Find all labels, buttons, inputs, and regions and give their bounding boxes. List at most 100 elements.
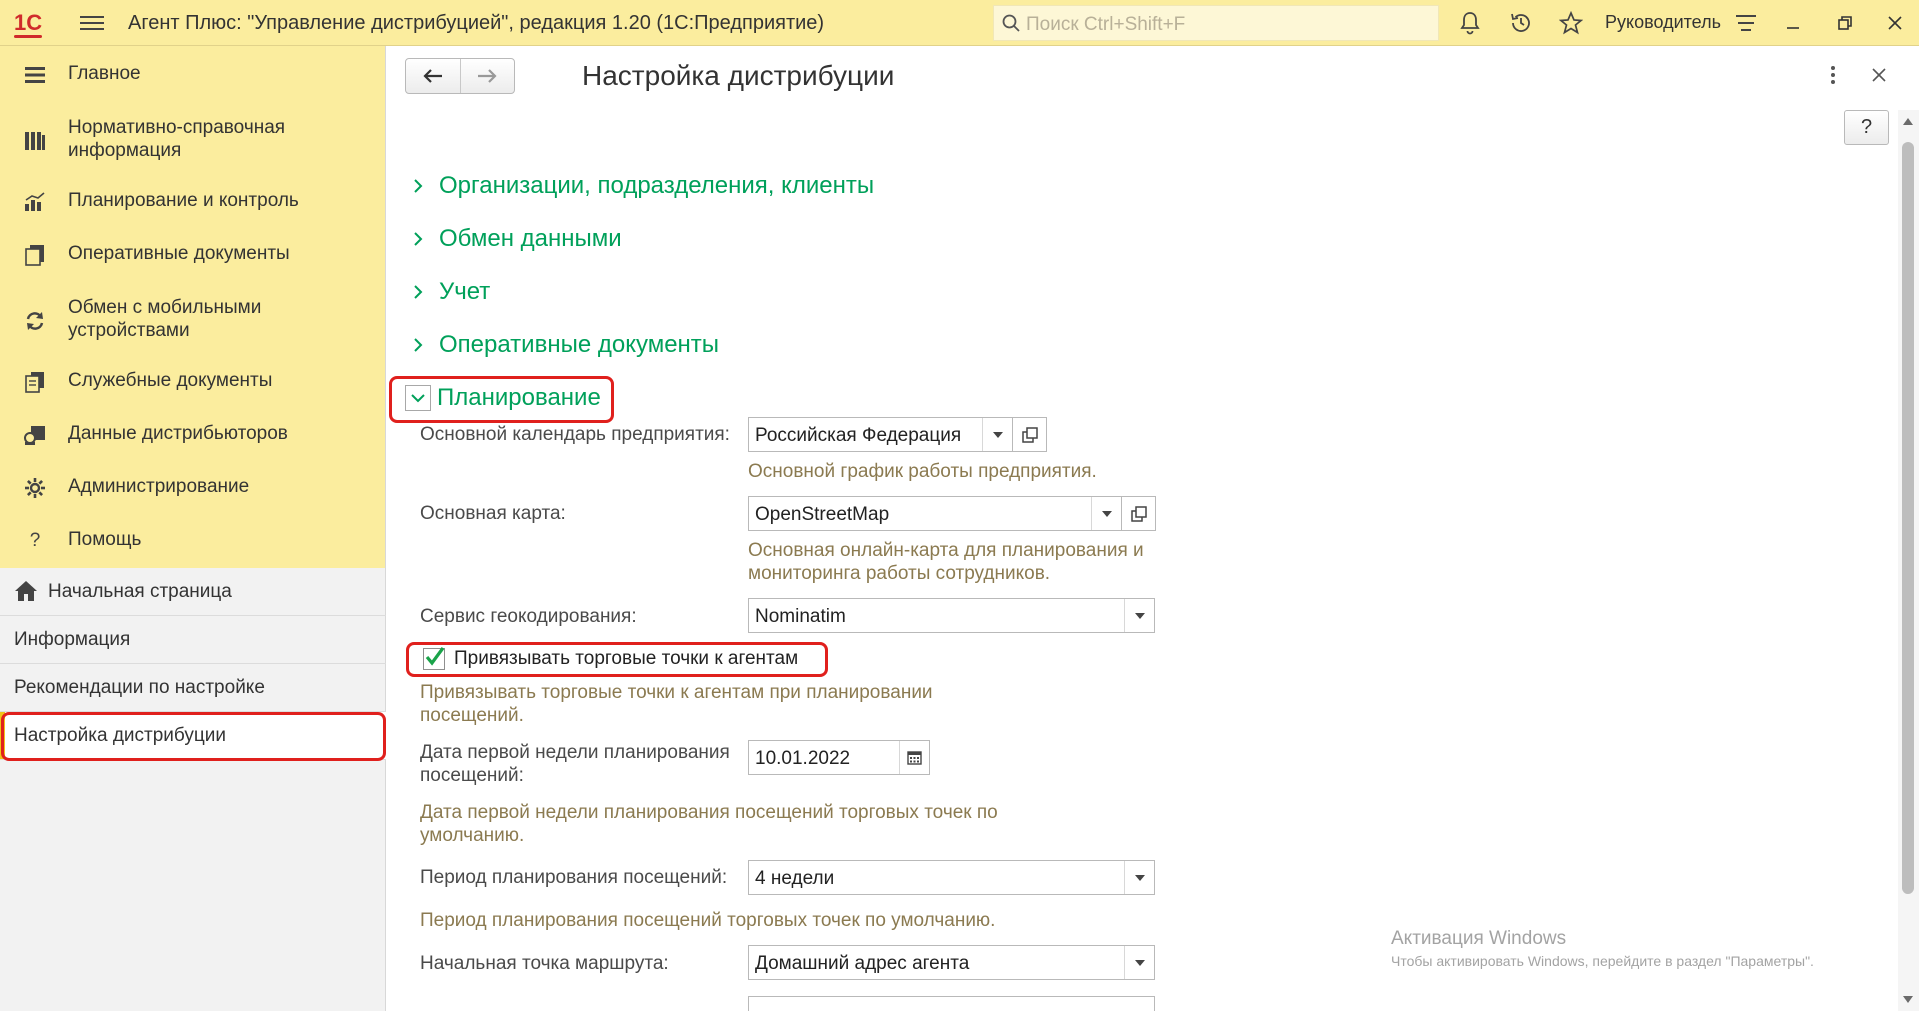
app-title: Агент Плюс: "Управление дистрибуцией", р… <box>128 12 825 34</box>
chevron-down-icon[interactable] <box>405 385 431 411</box>
nav-distribution-settings[interactable]: Настройка дистрибуции <box>0 712 386 760</box>
group-accounting[interactable]: Учет <box>409 275 490 309</box>
minimize-icon[interactable] <box>1778 10 1808 36</box>
sidebar-item-label: Планирование и контроль <box>68 190 299 211</box>
settings-menu-icon[interactable] <box>1733 10 1759 36</box>
calendar-label: Основной календарь предприятия: <box>420 424 730 445</box>
group-data-exchange[interactable]: Обмен данными <box>409 222 622 256</box>
logo-underline <box>14 35 43 38</box>
help-icon: ? <box>29 530 41 551</box>
checkmark-icon <box>425 647 445 666</box>
scroll-thumb[interactable] <box>1902 142 1914 894</box>
map-open-button[interactable] <box>1122 496 1156 531</box>
search-box[interactable]: Поиск Ctrl+Shift+F <box>993 5 1439 41</box>
geocoding-value: Nominatim <box>755 606 846 627</box>
more-actions-icon[interactable] <box>1823 62 1843 88</box>
nav-item-label: Информация <box>14 629 131 650</box>
home-icon <box>15 581 37 601</box>
group-operational-docs[interactable]: Оперативные документы <box>409 328 719 362</box>
logo-text: 1С <box>14 10 43 35</box>
list-icon <box>22 62 48 88</box>
first-week-date-field[interactable]: 10.01.2022 <box>748 740 930 775</box>
bind-outlets-hint: Привязывать торговые точки к агентам при… <box>420 681 933 727</box>
history-nav-buttons <box>405 58 515 94</box>
start-point-value: Домашний адрес агента <box>755 953 970 974</box>
map-hint-line-2: мониторинга работы сотрудников. <box>748 563 1051 584</box>
scroll-down-arrow-icon[interactable] <box>1903 996 1913 1003</box>
calendar-icon[interactable] <box>899 741 929 774</box>
map-hint: Основная онлайн-карта для планирования и… <box>748 539 1144 585</box>
map-field[interactable]: OpenStreetMap <box>748 496 1122 531</box>
chevron-right-icon <box>414 232 423 246</box>
sections-panel: Главное Нормативно-справочная информация… <box>0 46 386 568</box>
distributors-icon <box>22 422 48 448</box>
start-point-dropdown-icon[interactable] <box>1124 946 1154 979</box>
open-icon <box>1021 426 1038 443</box>
calendar-field[interactable]: Российская Федерация <box>748 417 1013 452</box>
sidebar-item-label: Служебные документы <box>68 370 273 391</box>
sidebar-item-label: Данные дистрибьюторов <box>68 423 288 444</box>
help-button[interactable]: ? <box>1844 110 1889 145</box>
start-point-field[interactable]: Домашний адрес агента <box>748 945 1155 980</box>
user-name[interactable]: Руководитель <box>1605 12 1721 33</box>
history-icon[interactable] <box>1508 10 1534 36</box>
period-label: Период планирования посещений: <box>420 867 728 888</box>
start-point-label: Начальная точка маршрута: <box>420 953 669 974</box>
gear-icon <box>22 475 48 501</box>
map-label: Основная карта: <box>420 503 566 524</box>
period-hint: Период планирования посещений торговых т… <box>420 910 996 931</box>
group-label: Организации, подразделения, клиенты <box>439 172 875 199</box>
bind-outlets-hint-line-2: посещений. <box>420 705 524 726</box>
bind-outlets-checkbox[interactable] <box>423 647 445 670</box>
windows-activation-subtitle: Чтобы активировать Windows, перейдите в … <box>1391 953 1814 969</box>
bell-icon[interactable] <box>1457 10 1483 36</box>
bind-outlets-label[interactable]: Привязывать торговые точки к агентам <box>454 648 798 670</box>
1c-logo[interactable]: 1С <box>14 10 43 38</box>
star-icon[interactable] <box>1558 10 1584 36</box>
group-label: Обмен данными <box>439 225 622 252</box>
group-planning[interactable]: Планирование <box>437 381 601 415</box>
calendar-open-button[interactable] <box>1013 417 1047 452</box>
scroll-up-arrow-icon[interactable] <box>1903 118 1913 125</box>
geocoding-field[interactable]: Nominatim <box>748 598 1155 633</box>
service-docs-icon <box>22 369 48 395</box>
calendar-hint: Основной график работы предприятия. <box>748 461 1097 482</box>
documents-icon <box>22 242 48 268</box>
first-week-label: Дата первой недели планирования посещени… <box>420 741 730 787</box>
first-week-hint: Дата первой недели планирования посещени… <box>420 801 998 847</box>
sync-icon <box>22 308 48 334</box>
geocoding-dropdown-icon[interactable] <box>1124 599 1154 632</box>
search-icon <box>1002 14 1020 32</box>
calendar-value: Российская Федерация <box>755 425 962 446</box>
windows-activation-title: Активация Windows <box>1391 928 1567 949</box>
calendar-dropdown-icon[interactable] <box>982 418 1012 451</box>
title-bar: 1С Агент Плюс: "Управление дистрибуцией"… <box>0 0 1919 46</box>
nav-information[interactable]: Информация <box>0 616 386 664</box>
group-organizations[interactable]: Организации, подразделения, клиенты <box>409 169 874 203</box>
map-hint-line-1: Основная онлайн-карта для планирования и <box>748 540 1144 561</box>
period-field[interactable]: 4 недели <box>748 860 1155 895</box>
first-week-hint-line-2: умолчанию. <box>420 825 525 846</box>
back-button[interactable] <box>406 59 461 93</box>
bar-chart-icon <box>22 189 48 215</box>
vertical-scrollbar[interactable] <box>1898 110 1919 1011</box>
close-window-icon[interactable] <box>1880 10 1910 36</box>
map-value: OpenStreetMap <box>755 504 890 525</box>
bind-outlets-hint-line-1: Привязывать торговые точки к агентам при… <box>420 682 933 703</box>
period-dropdown-icon[interactable] <box>1124 861 1154 894</box>
chevron-right-icon <box>414 179 423 193</box>
chevron-right-icon <box>414 285 423 299</box>
nav-item-label: Настройка дистрибуции <box>14 725 226 746</box>
nav-home-page[interactable]: Начальная страница <box>0 568 386 616</box>
group-label: Оперативные документы <box>439 331 720 358</box>
nav-setup-recommendations[interactable]: Рекомендации по настройке <box>0 664 386 712</box>
geocoding-label: Сервис геокодирования: <box>420 606 637 627</box>
first-week-hint-line-1: Дата первой недели планирования посещени… <box>420 802 998 823</box>
forward-button[interactable] <box>461 59 515 93</box>
close-form-icon[interactable] <box>1866 62 1892 88</box>
next-field-partial[interactable] <box>748 996 1155 1011</box>
map-dropdown-icon[interactable] <box>1091 497 1121 530</box>
chevron-right-icon <box>414 338 423 352</box>
restore-icon[interactable] <box>1830 10 1860 36</box>
main-menu-icon[interactable] <box>80 12 104 32</box>
